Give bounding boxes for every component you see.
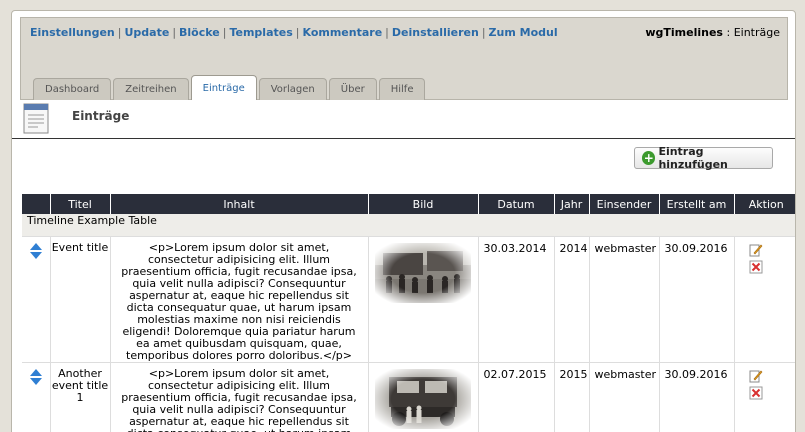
add-icon: + [642,151,656,165]
add-entry-label: Eintrag hinzufügen [658,145,728,171]
table-row: Another event title 1 <p>Lorem ipsum dol… [22,362,795,432]
tab-bar: Dashboard Zeitreihen Einträge Vorlagen Ü… [33,73,427,100]
group-row: Timeline Example Table [22,214,795,237]
menu-separator: | [295,26,300,39]
entry-submitter: webmaster [589,362,660,432]
col-header-einsender: Einsender [589,194,660,214]
table-row: Event title <p>Lorem ipsum dolor sit ame… [22,236,795,363]
menu-templates[interactable]: Templates [229,26,292,39]
sort-arrows-icon[interactable] [29,368,42,385]
sort-arrows-icon[interactable] [29,242,42,259]
admin-header: Einstellungen | Update | Blöcke | Templates | Ko… [20,17,788,100]
edit-icon[interactable] [749,243,763,257]
tab-eintraege[interactable]: Einträge [190,75,257,100]
admin-frame: Einstellungen | Update | Blöcke | Templates | Ko… [11,10,796,432]
truck-photo [375,368,471,429]
menu-einstellungen[interactable]: Einstellungen [30,26,115,39]
col-header-bild: Bild [368,194,479,214]
page-header: Einträge [12,101,795,139]
menu-deinstallieren[interactable]: Deinstallieren [392,26,479,39]
entry-image-cell [368,236,479,363]
entries-table: Titel Inhalt Bild Datum Jahr Einsender E… [22,194,795,432]
delete-icon[interactable] [749,386,763,400]
entry-submitter: webmaster [589,236,660,363]
entry-date: 30.03.2014 [478,236,555,363]
entry-content: <p>Lorem ipsum dolor sit amet, consectet… [110,362,369,432]
entry-year: 2014 [554,236,590,363]
entry-date: 02.07.2015 [478,362,555,432]
tab-ueber[interactable]: Über [328,78,377,100]
module-breadcrumb: wgTimelines : Einträge [645,26,780,39]
tab-hilfe[interactable]: Hilfe [378,78,426,100]
crowd-photo [375,242,471,303]
menu-kommentare[interactable]: Kommentare [303,26,383,39]
action-cell [734,236,795,363]
table-header-row: Titel Inhalt Bild Datum Jahr Einsender E… [22,194,795,214]
col-header-inhalt: Inhalt [110,194,369,214]
sort-cell [22,362,51,432]
entry-created: 30.09.2016 [659,236,735,363]
col-header-datum: Datum [478,194,555,214]
group-label: Timeline Example Table [22,214,795,237]
module-name: wgTimelines [645,26,723,39]
entry-title: Event title [50,236,111,363]
col-header-aktion: Aktion [734,194,795,214]
menu-separator: | [481,26,486,39]
col-header-titel: Titel [50,194,111,214]
add-entry-button[interactable]: + Eintrag hinzufügen [634,145,773,171]
entry-content: <p>Lorem ipsum dolor sit amet, consectet… [110,236,369,363]
tab-dashboard[interactable]: Dashboard [33,78,112,100]
col-header-erstellt: Erstellt am [659,194,735,214]
page-title: Einträge [72,109,130,123]
tab-zeitreihen[interactable]: Zeitreihen [113,78,189,100]
col-header-jahr: Jahr [554,194,590,214]
menu-update[interactable]: Update [124,26,169,39]
edit-icon[interactable] [749,369,763,383]
delete-icon[interactable] [749,260,763,274]
menu-separator: | [172,26,177,39]
breadcrumb-separator: : [726,26,731,39]
entry-created: 30.09.2016 [659,362,735,432]
module-section: Einträge [733,26,780,39]
entry-image-cell [368,362,479,432]
entry-title: Another event title 1 [50,362,111,432]
menu-separator: | [385,26,389,39]
sort-cell [22,236,51,363]
admin-menu: Einstellungen | Update | Blöcke | Templates | Ko… [30,26,558,39]
document-icon [23,103,49,134]
menu-bloecke[interactable]: Blöcke [179,26,220,39]
menu-separator: | [222,26,227,39]
action-cell [734,362,795,432]
tab-vorlagen[interactable]: Vorlagen [258,78,327,100]
menu-zum-modul[interactable]: Zum Modul [489,26,558,39]
col-header-sort [22,194,51,214]
entry-year: 2015 [554,362,590,432]
